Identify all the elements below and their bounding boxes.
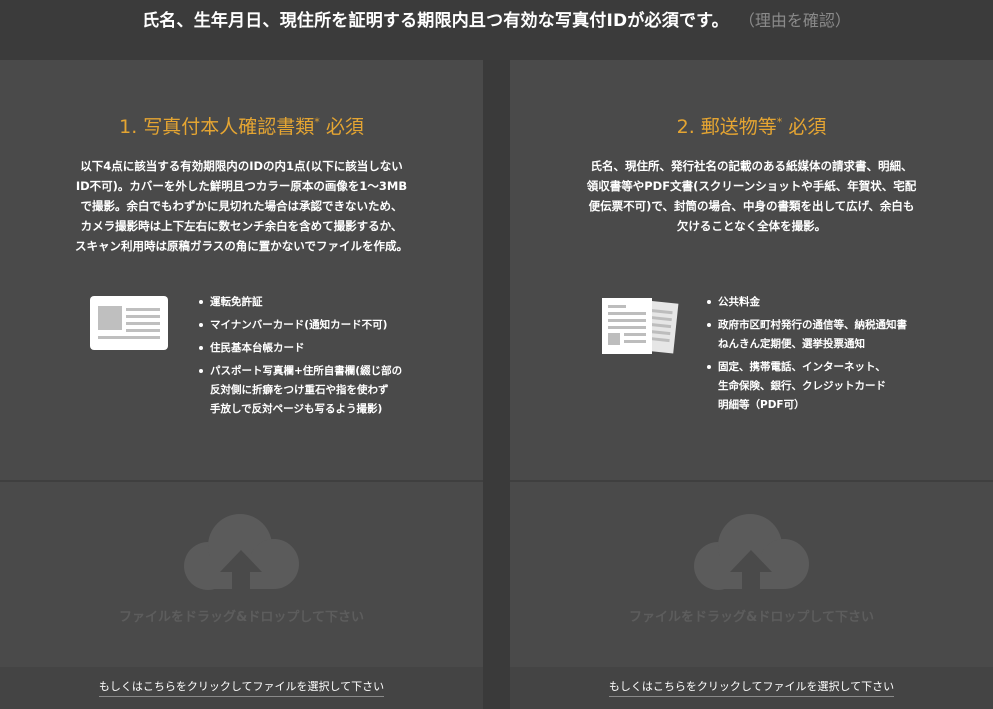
- mail-document-list: 公共料金 政府市区町村発行の通信等、納税通知書 ねんきん定期便、選挙投票通知 固…: [706, 293, 907, 419]
- cloud-upload-icon: [184, 514, 299, 594]
- required-asterisk: *: [776, 115, 783, 129]
- list-item: 公共料金: [706, 293, 907, 312]
- photo-id-panel: 1. 写真付本人確認書類* 必須 以下4点に該当する有効期限内のIDの内1点(以…: [0, 60, 483, 709]
- list-item: 固定、携帯電話、インターネット、 生命保険、銀行、クレジットカード 明細等（PD…: [706, 358, 907, 415]
- drop-instructions: ファイルをドラッグ&ドロップして下さい: [629, 610, 874, 625]
- id-card-icon: [90, 296, 168, 350]
- required-label: 必須: [325, 116, 364, 138]
- photo-id-info: 1. 写真付本人確認書類* 必須 以下4点に該当する有効期限内のIDの内1点(以…: [0, 60, 483, 480]
- mail-document-drop-zone[interactable]: ファイルをドラッグ&ドロップして下さい: [510, 482, 993, 667]
- mail-document-title-text: 2. 郵送物等: [676, 116, 777, 138]
- documents-icon: [602, 298, 679, 354]
- list-item: マイナンバーカード(通知カード不可): [198, 316, 402, 335]
- select-file-text[interactable]: もしくはこちらをクリックしてファイルを選択して下さい: [98, 680, 385, 697]
- mail-document-select-bar: もしくはこちらをクリックしてファイルを選択して下さい: [510, 667, 993, 709]
- drop-instructions: ファイルをドラッグ&ドロップして下さい: [119, 610, 364, 625]
- photo-id-list: 運転免許証 マイナンバーカード(通知カード不可) 住民基本台帳カード パスポート…: [198, 293, 402, 423]
- photo-id-description: 以下4点に該当する有効期限内のIDの内1点(以下に該当しないID不可)。カバーを…: [75, 159, 408, 253]
- cloud-upload-icon: [694, 514, 809, 594]
- mail-document-description: 氏名、現住所、発行社名の記載のある紙媒体の請求書、明細、領収書等やPDF文書(ス…: [586, 159, 917, 233]
- select-file-link[interactable]: もしくはこちらをクリックしてファイルを選択して下さい: [510, 678, 993, 697]
- verification-upload-page: 氏名、生年月日、現住所を証明する期限内且つ有効な写真付IDが必須です。 （理由を確…: [0, 0, 993, 709]
- list-item: 運転免許証: [198, 293, 402, 312]
- header-text: 氏名、生年月日、現住所を証明する期限内且つ有効な写真付IDが必須です。 （理由を確…: [0, 6, 993, 31]
- select-file-link[interactable]: もしくはこちらをクリックしてファイルを選択して下さい: [0, 678, 483, 697]
- panel-gutter: [483, 60, 510, 709]
- list-item: 政府市区町村発行の通信等、納税通知書 ねんきん定期便、選挙投票通知: [706, 316, 907, 354]
- select-file-text[interactable]: もしくはこちらをクリックしてファイルを選択して下さい: [608, 680, 895, 697]
- header-notice: 氏名、生年月日、現住所を証明する期限内且つ有効な写真付IDが必須です。: [142, 11, 729, 31]
- required-asterisk: *: [314, 115, 320, 129]
- mail-document-title: 2. 郵送物等* 必須: [510, 112, 993, 139]
- photo-id-title-text: 1. 写真付本人確認書類: [119, 116, 315, 138]
- mail-document-info: 2. 郵送物等* 必須 氏名、現住所、発行社名の記載のある紙媒体の請求書、明細、…: [510, 60, 993, 480]
- required-label: 必須: [788, 116, 827, 138]
- list-item: 住民基本台帳カード: [198, 339, 402, 358]
- header-bar: 氏名、生年月日、現住所を証明する期限内且つ有効な写真付IDが必須です。 （理由を確…: [0, 0, 993, 60]
- photo-id-drop-zone[interactable]: ファイルをドラッグ&ドロップして下さい: [0, 482, 483, 667]
- list-item: パスポート写真欄+住所自書欄(綴じ部の 反対側に折癖をつけ重石や指を使わず 手放…: [198, 362, 402, 419]
- mail-document-panel: 2. 郵送物等* 必須 氏名、現住所、発行社名の記載のある紙媒体の請求書、明細、…: [510, 60, 993, 709]
- photo-id-select-bar: もしくはこちらをクリックしてファイルを選択して下さい: [0, 667, 483, 709]
- reason-link[interactable]: （理由を確認）: [747, 11, 851, 30]
- photo-id-title: 1. 写真付本人確認書類* 必須: [0, 112, 483, 139]
